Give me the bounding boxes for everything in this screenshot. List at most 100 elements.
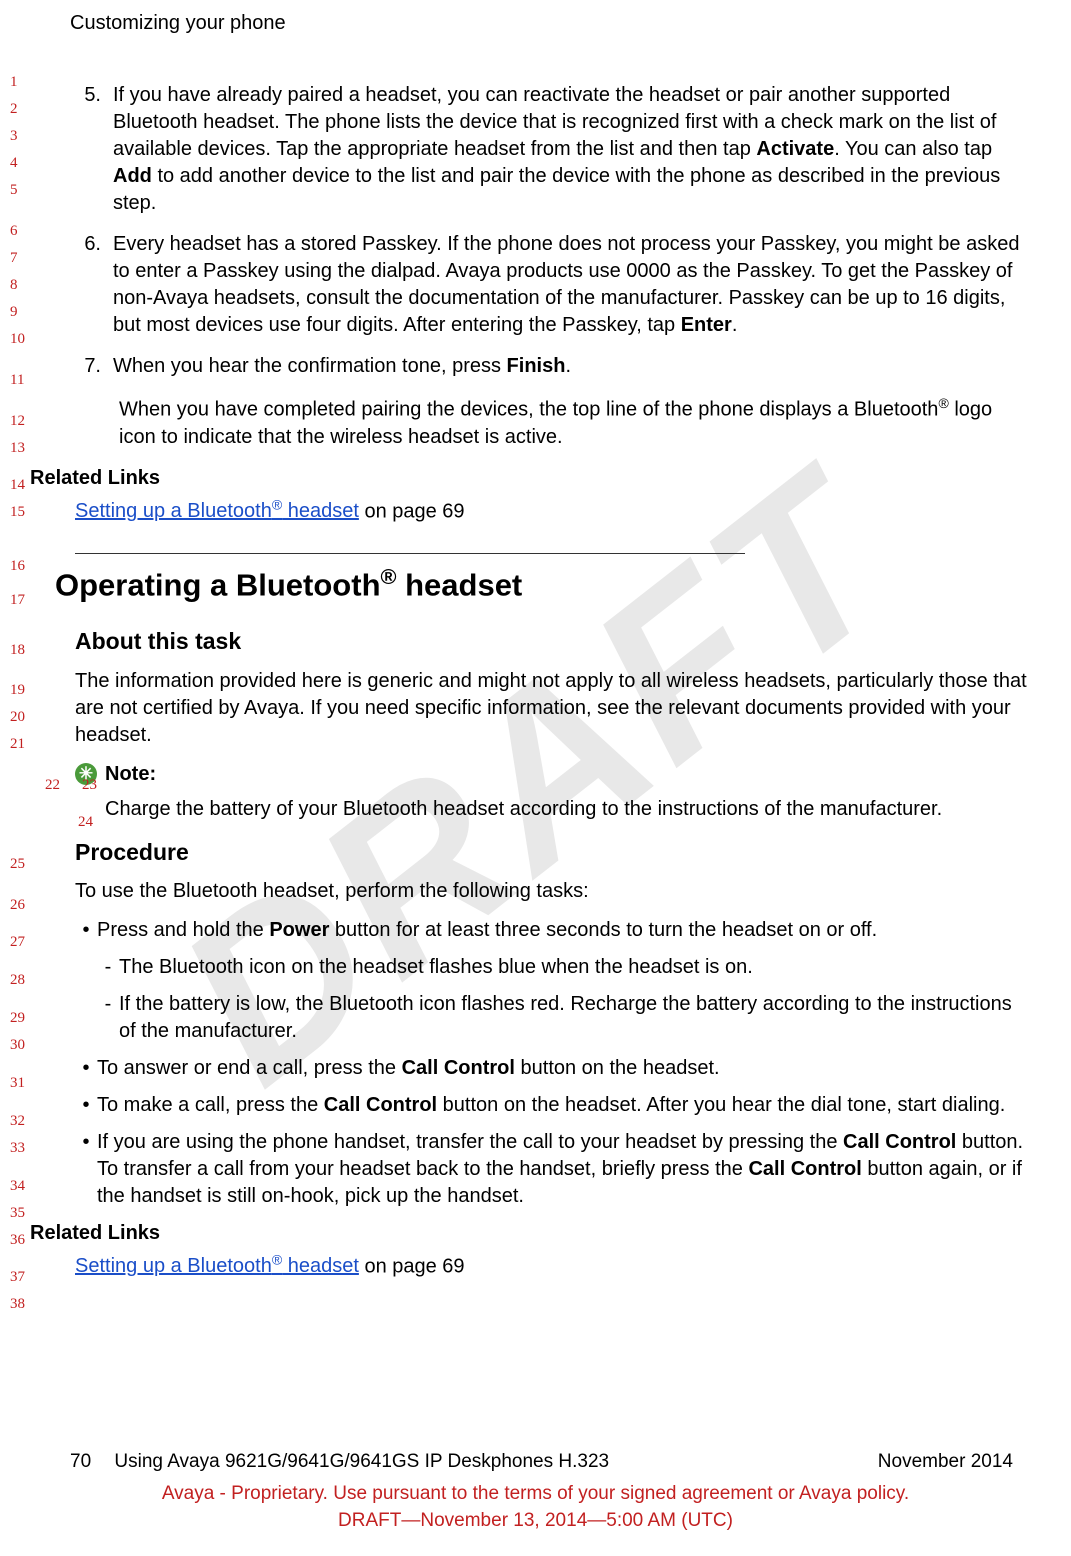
bold-text: Finish: [507, 355, 566, 377]
text: .: [732, 314, 738, 336]
note-body: Charge the battery of your Bluetooth hea…: [105, 796, 1031, 823]
text: Every headset has a stored Passkey. If t…: [113, 233, 1019, 336]
bullet-mark: •: [75, 1129, 97, 1210]
line-number: 30: [10, 1035, 25, 1055]
step-body: When you hear the confirmation tone, pre…: [113, 353, 1031, 380]
line-number: 10: [10, 329, 25, 349]
footer-doc-title: Using Avaya 9621G/9641G/9641GS IP Deskph…: [114, 1451, 609, 1472]
step-number: 7.: [75, 353, 113, 380]
line-number: 28: [10, 970, 25, 990]
line-number: 22: [45, 775, 60, 795]
dash-body: The Bluetooth icon on the headset flashe…: [119, 954, 1031, 981]
line-number: 2: [10, 99, 18, 119]
dash-body: If the battery is low, the Bluetooth ico…: [119, 991, 1031, 1045]
line-number: 1: [10, 72, 18, 92]
line-number: 21: [10, 734, 25, 754]
section-title: Operating a Bluetooth® headset: [55, 562, 1031, 606]
link-text: headset: [282, 500, 359, 522]
step-number: 6.: [75, 231, 113, 339]
related-links-heading: Related Links: [30, 1220, 1031, 1247]
procedure-intro: To use the Bluetooth headset, perform th…: [75, 878, 1031, 905]
text: Press and hold the: [97, 919, 269, 941]
dash-item: - The Bluetooth icon on the headset flas…: [97, 954, 1031, 981]
bullet-item: • To answer or end a call, press the Cal…: [75, 1055, 1031, 1082]
bullet-body: To answer or end a call, press the Call …: [97, 1055, 1031, 1082]
bold-text: Power: [269, 919, 329, 941]
dash-item: - If the battery is low, the Bluetooth i…: [97, 991, 1031, 1045]
line-number: 9: [10, 302, 18, 322]
page-footer: 70 Using Avaya 9621G/9641G/9641GS IP Des…: [0, 1449, 1071, 1534]
line-number: 18: [10, 640, 25, 660]
step-7: 7. When you hear the confirmation tone, …: [75, 353, 1031, 380]
bold-text: Call Control: [748, 1158, 861, 1180]
line-number: 5: [10, 180, 18, 200]
line-number: 6: [10, 221, 18, 241]
line-number: 11: [10, 370, 24, 390]
line-number: 16: [10, 556, 25, 576]
page-header: Customizing your phone: [70, 10, 1031, 37]
about-paragraph: The information provided here is generic…: [75, 668, 1031, 749]
registered-mark: ®: [938, 395, 948, 411]
link-text: headset: [282, 1255, 359, 1277]
line-number: 17: [10, 590, 25, 610]
dash-mark: -: [97, 991, 119, 1045]
line-number: 8: [10, 275, 18, 295]
line-number: 29: [10, 1008, 25, 1028]
about-this-task-heading: About this task: [75, 626, 1031, 657]
registered-mark: ®: [272, 1252, 282, 1268]
text: to add another device to the list and pa…: [113, 165, 1000, 214]
text: button on the headset. After you hear th…: [437, 1094, 1005, 1116]
step-body: If you have already paired a headset, yo…: [113, 82, 1031, 217]
step-5: 5. If you have already paired a headset,…: [75, 82, 1031, 217]
related-link[interactable]: Setting up a Bluetooth® headset: [75, 1255, 359, 1277]
section-divider: [75, 553, 745, 554]
bold-text: Call Control: [324, 1094, 437, 1116]
footer-proprietary: Avaya - Proprietary. Use pursuant to the…: [0, 1481, 1071, 1507]
note-label: Note:: [105, 761, 156, 788]
line-number: 3: [10, 126, 18, 146]
related-link[interactable]: Setting up a Bluetooth® headset: [75, 500, 359, 522]
registered-mark: ®: [381, 564, 397, 589]
line-number: 33: [10, 1138, 25, 1158]
page-number: 70: [70, 1451, 91, 1472]
line-number: 25: [10, 854, 25, 874]
text: button for at least three seconds to tur…: [329, 919, 877, 941]
bullet-body: Press and hold the Power button for at l…: [97, 917, 1031, 944]
bullet-mark: •: [75, 1092, 97, 1119]
link-text: Setting up a Bluetooth: [75, 1255, 272, 1277]
related-link-row: Setting up a Bluetooth® headset on page …: [75, 496, 1031, 526]
related-link-row: Setting up a Bluetooth® headset on page …: [75, 1251, 1031, 1281]
text: .: [565, 355, 571, 377]
bold-text: Enter: [681, 314, 732, 336]
link-text: Setting up a Bluetooth: [75, 500, 272, 522]
note-row: ✳ Note:: [75, 761, 1031, 788]
registered-mark: ®: [272, 497, 282, 513]
text: on page 69: [359, 500, 465, 522]
step-body: Every headset has a stored Passkey. If t…: [113, 231, 1031, 339]
line-number: 12: [10, 411, 25, 431]
line-number: 26: [10, 895, 25, 915]
bold-text: Call Control: [402, 1057, 515, 1079]
bold-text: Activate: [756, 138, 834, 160]
line-number: 35: [10, 1203, 25, 1223]
related-links-heading: Related Links: [30, 465, 1031, 492]
line-number: 14: [10, 475, 25, 495]
footer-draft-stamp: DRAFT—November 13, 2014—5:00 AM (UTC): [0, 1508, 1071, 1534]
bold-text: Add: [113, 165, 152, 187]
text: on page 69: [359, 1255, 465, 1277]
bullet-item: • To make a call, press the Call Control…: [75, 1092, 1031, 1119]
step-6: 6. Every headset has a stored Passkey. I…: [75, 231, 1031, 339]
bullet-body: If you are using the phone handset, tran…: [97, 1129, 1031, 1210]
line-number: 15: [10, 502, 25, 522]
text: To make a call, press the: [97, 1094, 324, 1116]
line-number: 36: [10, 1230, 25, 1250]
title-text: headset: [396, 568, 522, 603]
line-number: 23: [82, 775, 97, 795]
bullet-body: To make a call, press the Call Control b…: [97, 1092, 1031, 1119]
line-number: 13: [10, 438, 25, 458]
text: . You can also tap: [834, 138, 992, 160]
procedure-heading: Procedure: [75, 837, 1031, 868]
line-number: 34: [10, 1176, 25, 1196]
line-number: 24: [78, 812, 93, 832]
bullet-item: • Press and hold the Power button for at…: [75, 917, 1031, 944]
